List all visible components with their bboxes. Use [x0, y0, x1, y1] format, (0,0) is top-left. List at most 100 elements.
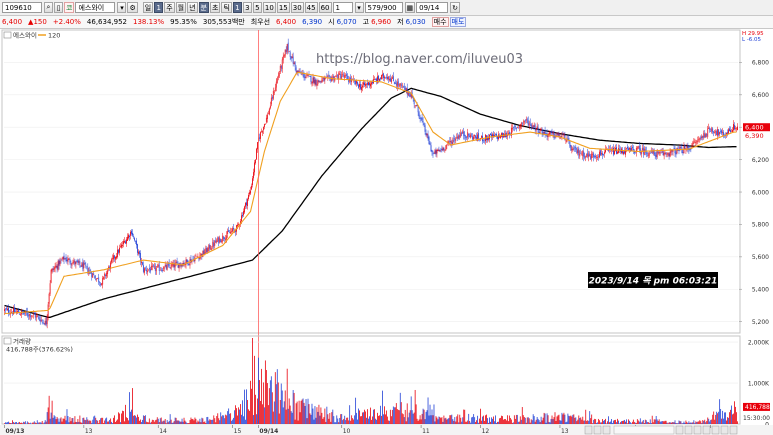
candle-body — [666, 154, 668, 155]
date-input[interactable]: 09/14 — [416, 2, 449, 13]
crosshair-icon[interactable] — [702, 425, 711, 435]
scroll-controls[interactable] — [584, 425, 738, 435]
zoom-out-icon[interactable] — [675, 425, 684, 435]
volume-bar — [580, 417, 582, 424]
candle-body — [45, 320, 47, 326]
scroll-end-icon[interactable] — [602, 425, 611, 435]
candle-body — [380, 77, 381, 79]
search-icon[interactable]: ⌕ — [44, 2, 53, 13]
export-icon[interactable] — [729, 425, 738, 435]
candle-body — [649, 152, 651, 154]
volume-bar — [389, 409, 391, 424]
candle-body — [624, 151, 625, 154]
calendar-icon[interactable]: ▦ — [404, 2, 416, 13]
volume-bar — [489, 417, 490, 424]
chevron-down-icon[interactable]: ▾ — [117, 2, 127, 13]
interval-60-button[interactable]: 60 — [318, 2, 332, 13]
chevron-down-icon[interactable]: ▾ — [354, 2, 364, 13]
stock-chart[interactable]: 6,800 6,600 6,400 6,200 6,000 5,800 5,600 5,400… — [0, 29, 773, 435]
buy-button[interactable]: 매수 — [431, 17, 449, 27]
sell-button[interactable]: 매도 — [449, 17, 467, 27]
stock-name[interactable]: 에스와이 — [75, 2, 116, 13]
scroll-right-icon[interactable] — [593, 425, 602, 435]
volume-bar — [655, 416, 657, 424]
zoom-in-icon[interactable] — [684, 425, 693, 435]
candle-body — [113, 255, 115, 260]
volume-bar — [531, 420, 533, 424]
candle-body — [265, 117, 267, 123]
candle-body — [335, 76, 337, 77]
candle-body — [138, 251, 140, 255]
volume-bar — [645, 420, 647, 424]
candle-body — [431, 150, 433, 153]
volume-bar — [609, 422, 610, 424]
volume-bar — [106, 417, 108, 424]
candle-body — [552, 131, 554, 134]
interval-45-button[interactable]: 45 — [304, 2, 318, 13]
period-tick-button[interactable]: 틱 — [221, 2, 232, 13]
candle-body — [261, 131, 263, 133]
period-week-button[interactable]: 주 — [164, 2, 175, 13]
legend-checkbox-icon[interactable] — [3, 31, 12, 39]
candle-body — [206, 248, 208, 253]
config-icon[interactable] — [711, 425, 720, 435]
volume-bar — [95, 417, 97, 424]
fit-icon[interactable] — [693, 425, 702, 435]
period-second-button[interactable]: 초 — [210, 2, 221, 13]
volume-bar — [669, 422, 671, 424]
bar-count-field[interactable]: 579/900 — [364, 2, 403, 13]
volume-legend-value: 416,788주(376.62%) — [6, 346, 73, 354]
volume-tick-label: 1,000K — [748, 380, 770, 387]
interval-10-button[interactable]: 10 — [262, 2, 276, 13]
candle-body — [266, 114, 268, 119]
candle-body — [165, 265, 167, 269]
volume-bar — [562, 414, 564, 424]
volume-bar — [545, 422, 547, 424]
period-month-button[interactable]: 월 — [175, 2, 187, 13]
scroll-left-icon[interactable] — [584, 425, 593, 435]
volume-bar — [129, 392, 130, 424]
period-day-button[interactable]: 일 — [142, 2, 154, 13]
volume-bar — [132, 388, 133, 424]
candle-body — [448, 141, 450, 143]
interval-3-button[interactable]: 3 — [242, 2, 252, 13]
period-year-button[interactable]: 년 — [187, 2, 198, 13]
candle-body — [226, 235, 228, 240]
refresh-icon[interactable]: ↻ — [450, 2, 461, 13]
candle-body — [250, 190, 251, 194]
interval-1-button[interactable]: 1 — [232, 2, 242, 13]
volume-bar — [639, 418, 641, 424]
candle-body — [85, 264, 87, 267]
candle-body — [694, 142, 696, 143]
period-1-button[interactable]: 1 — [154, 2, 164, 13]
interval-15-button[interactable]: 15 — [276, 2, 290, 13]
current-price: 6,400 — [2, 18, 23, 26]
period-minute-button[interactable]: 분 — [198, 2, 209, 13]
candle-body — [106, 272, 108, 277]
volume-bar — [490, 421, 491, 424]
volume-bar — [404, 409, 406, 424]
candle-body — [534, 125, 536, 131]
candle-body — [415, 105, 417, 107]
volume-bar — [219, 420, 221, 424]
volume-bar — [288, 398, 290, 424]
volume-bar — [96, 420, 98, 424]
volume-legend-checkbox-icon[interactable] — [3, 337, 12, 345]
volume-bar — [454, 417, 456, 424]
print-icon[interactable] — [720, 425, 729, 435]
lock-icon[interactable]: ▯ — [54, 2, 63, 13]
candle-body — [668, 153, 670, 156]
candle-body — [342, 73, 344, 76]
interval-input[interactable]: 1 — [332, 2, 353, 13]
candle-body — [70, 263, 72, 265]
interval-5-button[interactable]: 5 — [252, 2, 262, 13]
volume-bar — [386, 416, 388, 424]
stock-code-input[interactable]: 109610 — [2, 2, 42, 13]
candle-body — [557, 133, 559, 136]
interval-30-button[interactable]: 30 — [290, 2, 304, 13]
settings-icon[interactable]: ⚙ — [127, 2, 138, 13]
volume-bar — [715, 414, 717, 424]
candle-body — [248, 194, 249, 199]
zoom-slider[interactable] — [613, 425, 675, 435]
candle-body — [467, 132, 469, 138]
